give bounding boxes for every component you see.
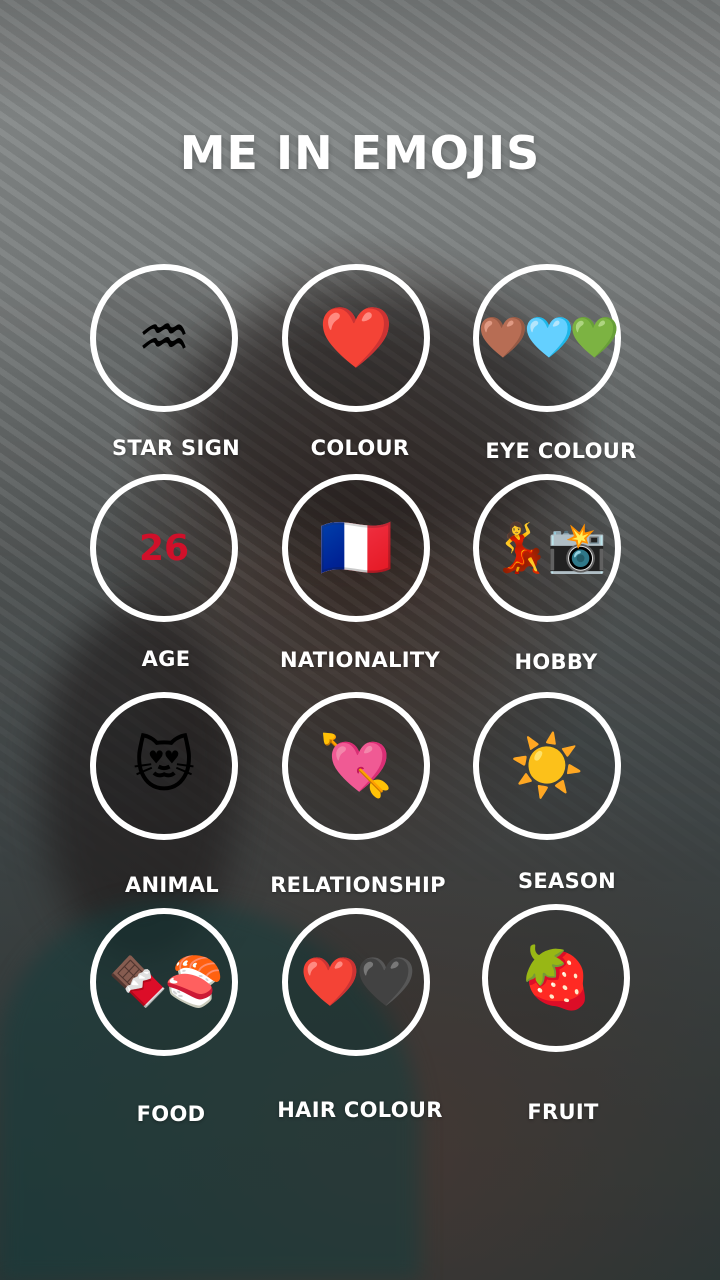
star-sign-circle: ♒ bbox=[90, 264, 238, 412]
relationship-circle: 💘 bbox=[282, 692, 430, 840]
eye-colour-circle: 🤎🩵💚 bbox=[473, 264, 621, 412]
red-black-hearts-icon: ❤️🖤 bbox=[300, 954, 416, 1010]
sun-icon: ☀️ bbox=[509, 731, 585, 801]
eye-colour-label: EYE COLOUR bbox=[485, 439, 637, 463]
nationality-circle: 🇫🇷 bbox=[282, 474, 430, 622]
fruit-label: FRUIT bbox=[527, 1100, 599, 1124]
page-title: ME IN EMOJIS bbox=[179, 126, 541, 180]
chocolate-sushi-icon: 🍫🍣 bbox=[108, 954, 224, 1010]
brown-blue-green-hearts-icon: 🤎🩵💚 bbox=[478, 315, 619, 361]
colour-circle: ❤️ bbox=[282, 264, 430, 412]
food-circle: 🍫🍣 bbox=[90, 908, 238, 1056]
relationship-label: RELATIONSHIP bbox=[270, 873, 446, 897]
age-value: 26 bbox=[138, 527, 190, 569]
france-flag-icon: 🇫🇷 bbox=[318, 513, 394, 583]
hobby-circle: 💃📸 bbox=[473, 474, 621, 622]
heart-eyes-cat-icon: 😻 bbox=[132, 731, 196, 801]
strawberry-icon: 🍓 bbox=[518, 943, 594, 1013]
heart-with-arrow-icon: 💘 bbox=[318, 731, 394, 801]
season-label: SEASON bbox=[517, 869, 617, 893]
fruit-circle: 🍓 bbox=[482, 904, 630, 1052]
background-photo bbox=[0, 0, 720, 1280]
animal-circle: 😻 bbox=[90, 692, 238, 840]
hair-colour-circle: ❤️🖤 bbox=[282, 908, 430, 1056]
hobby-label: HOBBY bbox=[514, 650, 598, 674]
age-circle: 26 bbox=[90, 474, 238, 622]
dancer-camera-icon: 💃📸 bbox=[491, 520, 607, 576]
red-heart-icon: ❤️ bbox=[318, 303, 394, 373]
aquarius-icon: ♒ bbox=[137, 303, 191, 373]
season-circle: ☀️ bbox=[473, 692, 621, 840]
